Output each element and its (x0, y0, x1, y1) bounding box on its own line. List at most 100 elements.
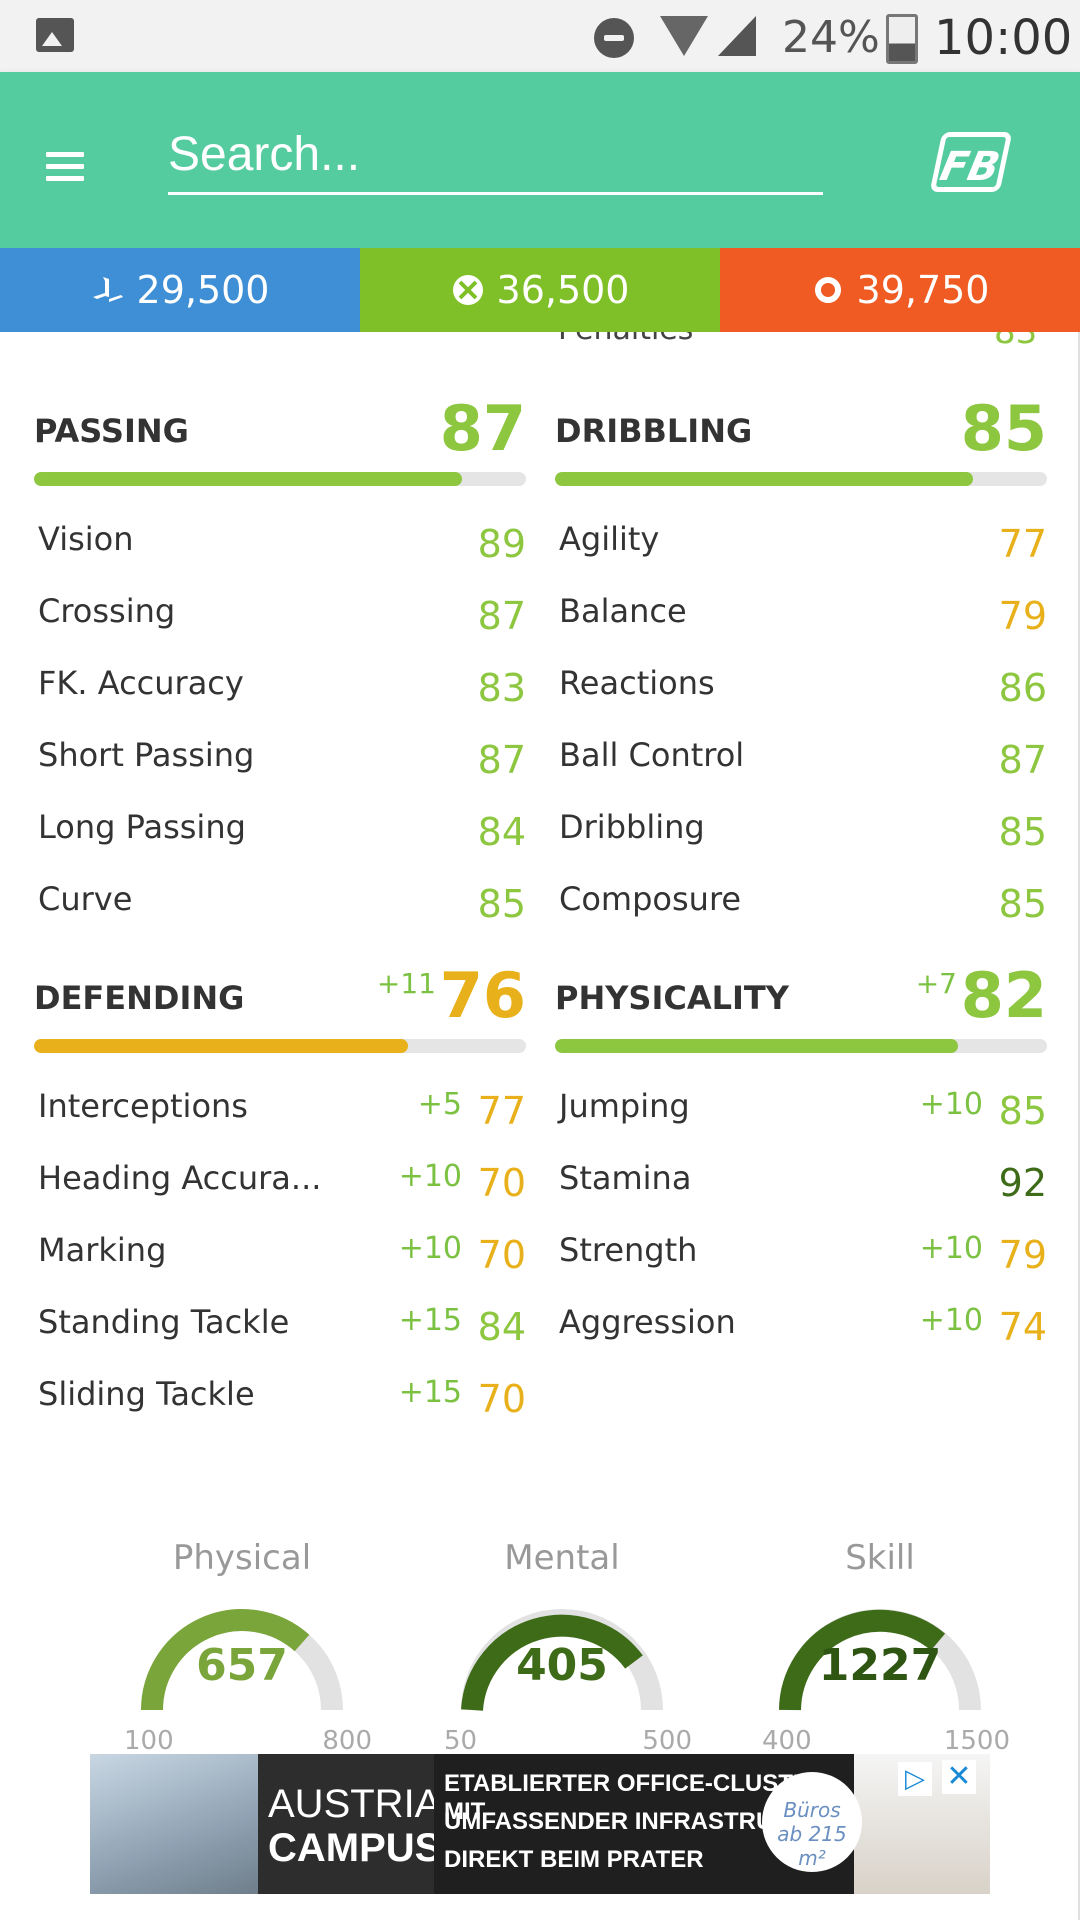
stat-bar-fill (34, 472, 463, 486)
gauge-max: 1500 (943, 1726, 1010, 1756)
stat-bonus: +10 (919, 1087, 983, 1122)
search-input[interactable] (168, 116, 823, 195)
ad-brand: AUSTRIA CAMPUS (258, 1754, 441, 1894)
stat-row: Long Passing 84 (38, 800, 526, 860)
stat-label: Heading Accura... (38, 1159, 322, 1197)
stat-row: Vision 89 (38, 512, 526, 572)
stat-value: 77 (998, 522, 1047, 566)
stat-bonus: +10 (398, 1231, 462, 1266)
gauge-label: Mental (504, 1538, 620, 1578)
stat-label: Reactions (559, 664, 715, 702)
stat-row: Crossing 87 (38, 584, 526, 644)
stat-row: Sliding Tackle +15 70 (38, 1367, 526, 1427)
stat-row: Dribbling 85 (559, 800, 1047, 860)
section-bonus: +7 (915, 967, 957, 1000)
stat-bonus: +15 (398, 1375, 462, 1410)
section-value: 82 (960, 959, 1047, 1032)
stat-row: Ball Control 87 (559, 728, 1047, 788)
futbin-logo-icon[interactable]: FB (929, 132, 1013, 192)
stat-value: 74 (998, 1305, 1047, 1349)
stat-bar (555, 1039, 1047, 1053)
wifi-icon (660, 16, 708, 56)
section-title: PHYSICALITY (555, 979, 789, 1017)
gauge-min: 100 (124, 1726, 174, 1756)
stat-label: Curve (38, 880, 133, 918)
do-not-disturb-icon (594, 18, 634, 58)
stat-label: Interceptions (38, 1087, 248, 1125)
stat-row: Agility 77 (559, 512, 1047, 572)
stat-value: 84 (477, 1305, 526, 1349)
stat-row: Composure 85 (559, 872, 1047, 932)
stat-row: Stamina 92 (559, 1151, 1047, 1211)
stat-row: Balance 79 (559, 584, 1047, 644)
stat-bonus: +10 (919, 1231, 983, 1266)
stat-value: 70 (477, 1233, 526, 1277)
xbox-price-value: 36,500 (496, 268, 630, 312)
stat-bar-fill (555, 1039, 959, 1053)
gauge-min: 400 (762, 1726, 812, 1756)
cell-signal-icon (718, 16, 756, 56)
stat-row: Marking +10 70 (38, 1223, 526, 1283)
stat-label: Long Passing (38, 808, 246, 846)
ad-badge: Büros ab 215 m² (762, 1772, 862, 1872)
ad-close-icon[interactable]: ✕ (942, 1760, 976, 1794)
stat-label: Vision (38, 520, 134, 558)
pc-price-value: 39,750 (856, 268, 990, 312)
stat-label: Composure (559, 880, 742, 918)
status-bar: 24% 10:00 (0, 0, 1080, 72)
player-stats-content[interactable]: Penalties 83 PASSING 87 Vision 89 Crossin… (0, 332, 1080, 1920)
stat-label: Strength (559, 1231, 698, 1269)
stat-label: Agility (559, 520, 660, 558)
battery-icon (886, 14, 918, 64)
battery-percent: 24% (782, 12, 880, 63)
dribbling-section: DRIBBLING 85 Agility 77 Balance 79 Reactio… (555, 392, 1047, 926)
playstation-icon (91, 273, 125, 307)
price-bar: 29,500 36,500 39,750 (0, 248, 1080, 332)
stat-label: Crossing (38, 592, 176, 630)
stat-value: 85 (998, 1089, 1047, 1133)
section-title: DEFENDING (34, 979, 245, 1017)
hamburger-menu-icon[interactable] (46, 152, 84, 181)
stat-value: 85 (477, 882, 526, 926)
ad-badge-line2: ab 215 m² (777, 1822, 847, 1870)
stat-label: Balance (559, 592, 687, 630)
stat-value: 87 (477, 738, 526, 782)
section-value: 76 (439, 959, 526, 1032)
stat-row: Strength +10 79 (559, 1223, 1047, 1283)
physical-gauge: Physical 657 100 800 (112, 1538, 372, 1778)
ad-text-line3: DIREKT BEIM PRATER (444, 1846, 704, 1873)
pc-price[interactable]: 39,750 (720, 248, 1080, 332)
stat-row: Curve 85 (38, 872, 526, 932)
playstation-price[interactable]: 29,500 (0, 248, 360, 332)
mental-gauge: Mental 405 50 500 (432, 1538, 692, 1778)
stat-bar (555, 472, 1047, 486)
stat-bar (34, 1039, 526, 1053)
stat-label: Sliding Tackle (38, 1375, 255, 1413)
stat-row: Reactions 86 (559, 656, 1047, 716)
ad-badge-line1: Büros (783, 1798, 841, 1822)
defending-section: DEFENDING +11 76 Interceptions +5 77 Headi… (34, 959, 526, 1421)
stat-label: Ball Control (559, 736, 745, 774)
ad-info-icon[interactable]: ▷ (898, 1762, 932, 1796)
clock: 10:00 (934, 10, 1073, 66)
stat-bonus: +5 (417, 1087, 462, 1122)
playstation-price-value: 29,500 (136, 268, 270, 312)
stat-row: Aggression +10 74 (559, 1295, 1047, 1355)
stat-value: 79 (998, 1233, 1047, 1277)
gauge-value: 405 (516, 1640, 608, 1691)
xbox-price[interactable]: 36,500 (360, 248, 720, 332)
stat-value: 86 (998, 666, 1047, 710)
gauge-label: Physical (172, 1538, 312, 1578)
stat-bonus: +10 (398, 1159, 462, 1194)
stat-value: 70 (477, 1161, 526, 1205)
section-value: 85 (960, 392, 1047, 465)
stat-label: Dribbling (559, 808, 705, 846)
gauge-max: 800 (322, 1726, 372, 1756)
stat-value: 87 (477, 594, 526, 638)
previous-row-value: 83 (994, 332, 1038, 352)
ad-brand-line2: CAMPUS (268, 1826, 442, 1870)
ad-banner[interactable]: AUSTRIA CAMPUS ETABLIERTER OFFICE-CLUSTE… (90, 1754, 990, 1894)
previous-row-label: Penalties (558, 332, 693, 347)
stat-value: 77 (477, 1089, 526, 1133)
section-title: PASSING (34, 412, 189, 450)
